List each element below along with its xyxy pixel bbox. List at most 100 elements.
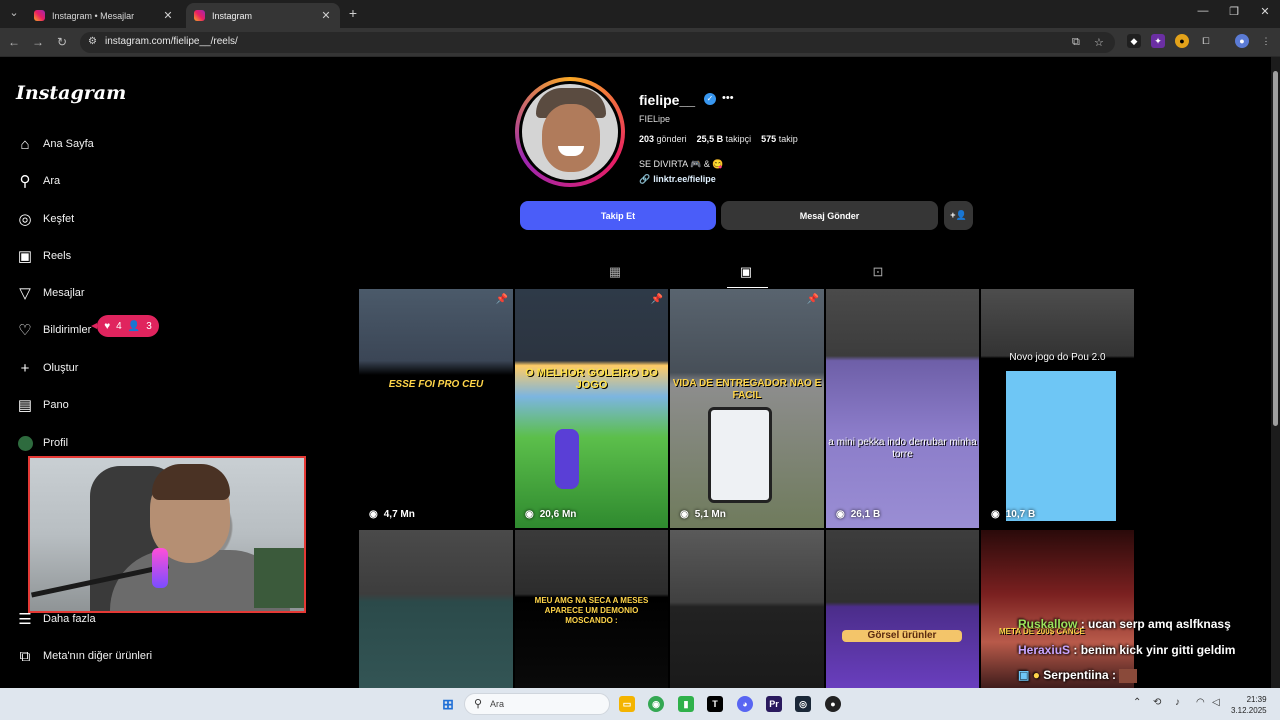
notification-badge[interactable]: ♥ 4 👤 3	[91, 315, 159, 337]
scroll-thumb[interactable]	[1273, 71, 1278, 426]
profile-avatar[interactable]	[515, 77, 625, 187]
reel-tile[interactable]: a mini pekka indo derrubar minha torre ◉…	[826, 289, 979, 528]
volume-icon[interactable]: ◁	[1212, 697, 1220, 708]
person-icon: 👤	[127, 320, 141, 332]
windows-start-icon[interactable]: ⊞	[440, 696, 456, 712]
sidebar-item-notifications[interactable]: ♡ Bildirimler	[16, 319, 91, 341]
instagram-logo[interactable]: Instagram	[16, 82, 126, 104]
chat-badge-icon: ●	[1032, 668, 1040, 682]
extension-bell-icon[interactable]: ●	[1175, 34, 1189, 48]
minimize-button[interactable]: —	[1194, 5, 1212, 17]
profile-full-name: FIELipe	[639, 114, 671, 124]
tab-reels[interactable]: ▣	[738, 264, 754, 280]
more-options-icon[interactable]: •••	[722, 92, 734, 104]
grid-icon: ▦	[608, 264, 622, 279]
reel-views: ◉ 4,7 Mn	[369, 509, 415, 520]
new-tab-button[interactable]: +	[346, 5, 360, 21]
address-bar[interactable]: ⚙ instagram.com/fielipe__/reels/ ⧉ ☆	[80, 32, 1115, 53]
discord-icon[interactable]: ◕	[737, 696, 753, 712]
restore-button[interactable]: ❐	[1225, 5, 1243, 18]
player-figure	[555, 429, 579, 489]
system-clock[interactable]: 21:39 3.12.2025	[1231, 694, 1267, 716]
reel-tile[interactable]: META DE 200$ CANCE	[981, 530, 1134, 689]
reel-views: ◉ 10,7 B	[991, 509, 1036, 520]
reel-tile[interactable]: 📌 O MELHOR GOLEIRO DO JOGO ◉ 20,6 Mn	[515, 289, 668, 528]
back-icon[interactable]: ←	[6, 34, 22, 50]
browser-tab-messages[interactable]: Instagram • Mesajlar ✕	[26, 3, 182, 28]
close-tab-icon[interactable]: ✕	[320, 9, 332, 22]
reel-tile[interactable]: Novo jogo do Pou 2.0 ◉ 10,7 B	[981, 289, 1134, 528]
sidebar-item-home[interactable]: ⌂ Ana Sayfa	[16, 133, 93, 155]
taskbar-search[interactable]: ⚲ Ara	[464, 693, 610, 715]
sidebar-item-messages[interactable]: ▽ Mesajlar	[16, 282, 84, 304]
windows-taskbar: ⊞ ⚲ Ara ▭ ◉ ▮ T ◕ Pr ◎ ● ⌃ ⟲ ♪ ◠ ◁ 21:39…	[0, 688, 1280, 720]
sidebar-item-meta[interactable]: ⧉ Meta'nın diğer ürünleri	[16, 645, 152, 667]
reel-tile[interactable]: MEU AMG NA SECA A MESES APARECE UM DEMON…	[515, 530, 668, 689]
chart-icon: ▤	[17, 397, 33, 414]
add-person-icon[interactable]: +👤	[944, 201, 973, 230]
sidebar-item-label: Bildirimler	[43, 324, 92, 336]
followers-stat[interactable]: 25,5 B takipçi	[697, 134, 752, 144]
sidebar-item-search[interactable]: ⚲ Ara	[16, 170, 61, 192]
sidebar-item-reels[interactable]: ▣ Reels	[16, 245, 71, 267]
eye-icon: ◉	[836, 509, 845, 520]
posts-stat: 203 gönderi	[639, 134, 687, 144]
sidebar-item-label: Ara	[43, 175, 61, 187]
eye-icon: ◉	[680, 509, 689, 520]
tray-app-icon[interactable]: ⟲	[1153, 697, 1161, 708]
sidebar-item-explore[interactable]: ◎ Keşfet	[16, 208, 74, 230]
following-stat[interactable]: 575 takip	[761, 134, 798, 144]
tiktok-studio-icon[interactable]: T	[707, 696, 723, 712]
reel-tile[interactable]: 📌 VIDA DE ENTREGADOR NAO E FACIL ◉ 5,1 Mn	[670, 289, 824, 528]
reel-views: ◉ 26,1 B	[836, 509, 881, 520]
eye-icon: ◉	[525, 509, 534, 520]
reel-tile[interactable]	[670, 530, 824, 689]
tab-posts[interactable]: ▦	[607, 264, 623, 280]
close-window-button[interactable]: ✕	[1256, 5, 1274, 18]
browser-menu-icon[interactable]: ⋮	[1259, 34, 1273, 48]
extension-diamond-icon[interactable]: ◆	[1127, 34, 1141, 48]
browser-toolbar: ← → ↻ ⚙ instagram.com/fielipe__/reels/ ⧉…	[0, 28, 1280, 57]
steam-icon[interactable]: ◎	[795, 696, 811, 712]
chat-message: ▣ ● Serpentiina :	[1018, 668, 1138, 683]
chat-badges-icon: ▣	[1018, 668, 1030, 682]
site-info-icon[interactable]: ⚙	[88, 36, 97, 47]
sidebar-item-label: Pano	[43, 399, 69, 411]
obs-icon[interactable]: ●	[825, 696, 841, 712]
pin-icon: 📌	[806, 294, 819, 305]
forward-icon[interactable]: →	[30, 34, 46, 50]
file-explorer-icon[interactable]: ▭	[619, 696, 635, 712]
background-shelf	[254, 548, 304, 608]
microphone-icon[interactable]: ♪	[1175, 697, 1180, 708]
tray-chevron-icon[interactable]: ⌃	[1133, 697, 1141, 708]
sidebar-item-create[interactable]: + Oluştur	[16, 357, 79, 379]
premiere-icon[interactable]: Pr	[766, 696, 782, 712]
url-text: instagram.com/fielipe__/reels/	[105, 36, 238, 47]
sidebar-item-profile[interactable]: Profil	[16, 432, 68, 454]
reel-tile[interactable]: Görsel ürünler	[826, 530, 979, 689]
profile-link[interactable]: 🔗 linktr.ee/fielipe	[639, 174, 716, 185]
instagram-favicon-icon	[194, 10, 205, 21]
sidebar-item-dashboard[interactable]: ▤ Pano	[16, 394, 69, 416]
reel-tile[interactable]: 📌 ESSE FOI PRO CEU ◉ 4,7 Mn	[359, 289, 513, 528]
reload-icon[interactable]: ↻	[54, 34, 70, 50]
browser-tab-instagram[interactable]: Instagram ✕	[186, 3, 340, 28]
extension-purple-icon[interactable]: ✦	[1151, 34, 1165, 48]
close-tab-icon[interactable]: ✕	[162, 9, 174, 22]
follows-count: 3	[146, 320, 152, 332]
tab-search-icon[interactable]: ⌄	[6, 5, 22, 21]
green-app-icon[interactable]: ▮	[678, 696, 694, 712]
profile-avatar-icon[interactable]: ●	[1235, 34, 1249, 48]
message-button[interactable]: Mesaj Gönder	[721, 201, 938, 230]
install-app-icon[interactable]: ⧉	[1072, 36, 1080, 49]
reel-tile[interactable]	[359, 530, 513, 689]
tab-tagged[interactable]: ⊡	[870, 264, 886, 280]
wifi-icon[interactable]: ◠	[1196, 697, 1205, 708]
webcam-overlay	[28, 456, 306, 613]
reel-caption: Novo jogo do Pou 2.0	[1009, 352, 1106, 363]
bookmark-star-icon[interactable]: ☆	[1094, 36, 1104, 49]
extensions-puzzle-icon[interactable]: ⧠	[1199, 34, 1213, 48]
chrome-icon[interactable]: ◉	[648, 696, 664, 712]
page-scrollbar[interactable]	[1271, 57, 1280, 688]
follow-button[interactable]: Takip Et	[520, 201, 716, 230]
